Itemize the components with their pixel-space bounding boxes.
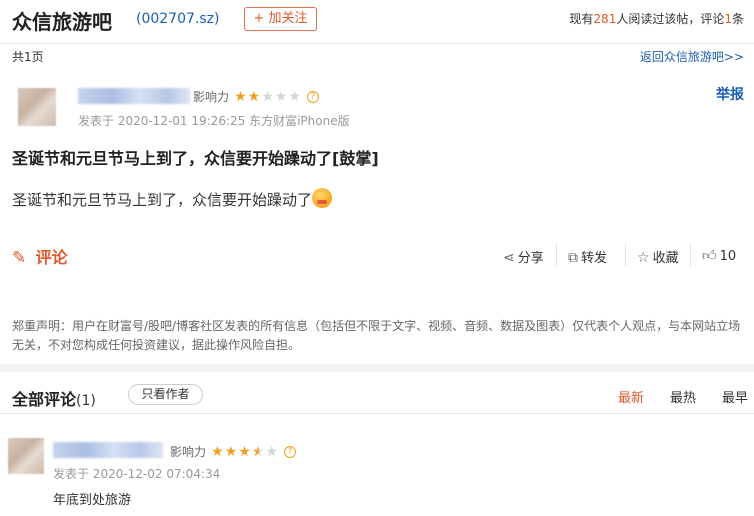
action-separator	[690, 244, 691, 266]
like-button[interactable]: 👍︎ 10	[702, 247, 736, 264]
influence-stars: ★★★★★	[211, 444, 279, 460]
rating-star: ★	[288, 89, 302, 105]
rating-star: ★	[211, 444, 225, 460]
all-comments-count: (1)	[76, 393, 96, 409]
read-prefix: 现有	[569, 12, 594, 26]
all-comments-title: 全部评论(1)	[12, 386, 96, 410]
author-only-button[interactable]: 只看作者	[128, 384, 203, 405]
like-count: 10	[719, 249, 737, 264]
influence-label: 影响力	[170, 445, 207, 459]
share-label: 分享	[517, 251, 544, 266]
follow-button[interactable]: + 加关注	[244, 7, 317, 31]
thumbs-up-icon: 👍︎	[702, 248, 717, 264]
help-icon[interactable]: ?	[284, 445, 297, 458]
collect-label: 收藏	[652, 251, 679, 266]
repost-icon: ⧉	[568, 250, 578, 266]
commenter-influence: 影响力 ★★★★★ ?	[170, 441, 297, 460]
sort-latest[interactable]: 最新	[618, 387, 644, 406]
rating-star: ★	[261, 89, 275, 105]
rating-star: ★	[274, 89, 289, 105]
comment-text: 年底到处旅游	[53, 493, 132, 508]
repost-button[interactable]: ⧉ 转发	[568, 247, 607, 266]
repost-label: 转发	[581, 251, 608, 266]
rating-star: ★	[251, 444, 266, 460]
share-button[interactable]: ⋖ 分享	[503, 247, 544, 266]
post-body-text: 圣诞节和元旦节马上到了，众信要开始躁动了	[12, 191, 313, 209]
influence-label: 影响力	[193, 90, 230, 104]
back-to-forum-link[interactable]: 返回众信旅游吧>>	[640, 48, 744, 65]
page-count: 共1页	[12, 50, 44, 64]
comment-label: 评论	[35, 248, 68, 267]
post-meta: 发表于 2020-12-01 19:26:25 东方财富iPhone版	[78, 114, 350, 128]
action-separator	[556, 244, 557, 266]
post-body: 圣诞节和元旦节马上到了，众信要开始躁动了	[12, 188, 333, 210]
comment-button[interactable]: ✎ 评论	[12, 244, 68, 268]
action-separator	[625, 244, 626, 266]
report-link[interactable]: 举报	[716, 84, 744, 104]
commenter-name-blurred[interactable]	[53, 442, 163, 458]
stock-code-link[interactable]: (002707.sz)	[136, 11, 219, 27]
share-icon: ⋖	[503, 250, 515, 266]
emoji-icon	[312, 188, 333, 208]
collect-button[interactable]: ☆ 收藏	[637, 247, 679, 266]
comment-count: 1	[724, 12, 732, 26]
rating-star: ★	[265, 444, 279, 460]
rating-star: ★	[224, 444, 239, 460]
influence-stars: ★★★★★	[234, 89, 302, 105]
rating-star: ★	[247, 89, 262, 105]
comments-divider	[0, 413, 754, 414]
pen-icon: ✎	[12, 248, 27, 268]
disclaimer: 郑重声明：用户在财富号/股吧/博客社区发表的所有信息（包括但不限于文字、视频、音…	[12, 319, 741, 352]
rating-star: ★	[238, 444, 252, 460]
read-mid: 人阅读过该帖，评论	[616, 12, 725, 26]
rating-star: ★	[234, 89, 248, 105]
read-count-info: 现有281人阅读过该帖，评论1条	[569, 10, 744, 27]
author-influence: 影响力 ★★★★★ ?	[193, 86, 320, 105]
section-divider	[0, 364, 754, 372]
header-divider	[0, 43, 754, 44]
read-count: 281	[593, 12, 617, 26]
author-name-blurred[interactable]	[78, 88, 190, 104]
forum-title[interactable]: 众信旅游吧	[12, 6, 112, 35]
sort-hot[interactable]: 最热	[670, 387, 696, 406]
comment-time: 发表于 2020-12-02 07:04:34	[53, 467, 221, 481]
star-icon: ☆	[637, 250, 650, 266]
all-comments-label: 全部评论	[12, 390, 77, 409]
sort-earliest[interactable]: 最早	[722, 387, 748, 406]
author-avatar[interactable]	[18, 88, 56, 126]
post-title: 圣诞节和元旦节马上到了，众信要开始躁动了[鼓掌]	[12, 149, 379, 168]
comment-avatar[interactable]	[8, 438, 44, 474]
read-suffix: 条	[731, 12, 744, 26]
help-icon[interactable]: ?	[307, 90, 320, 103]
